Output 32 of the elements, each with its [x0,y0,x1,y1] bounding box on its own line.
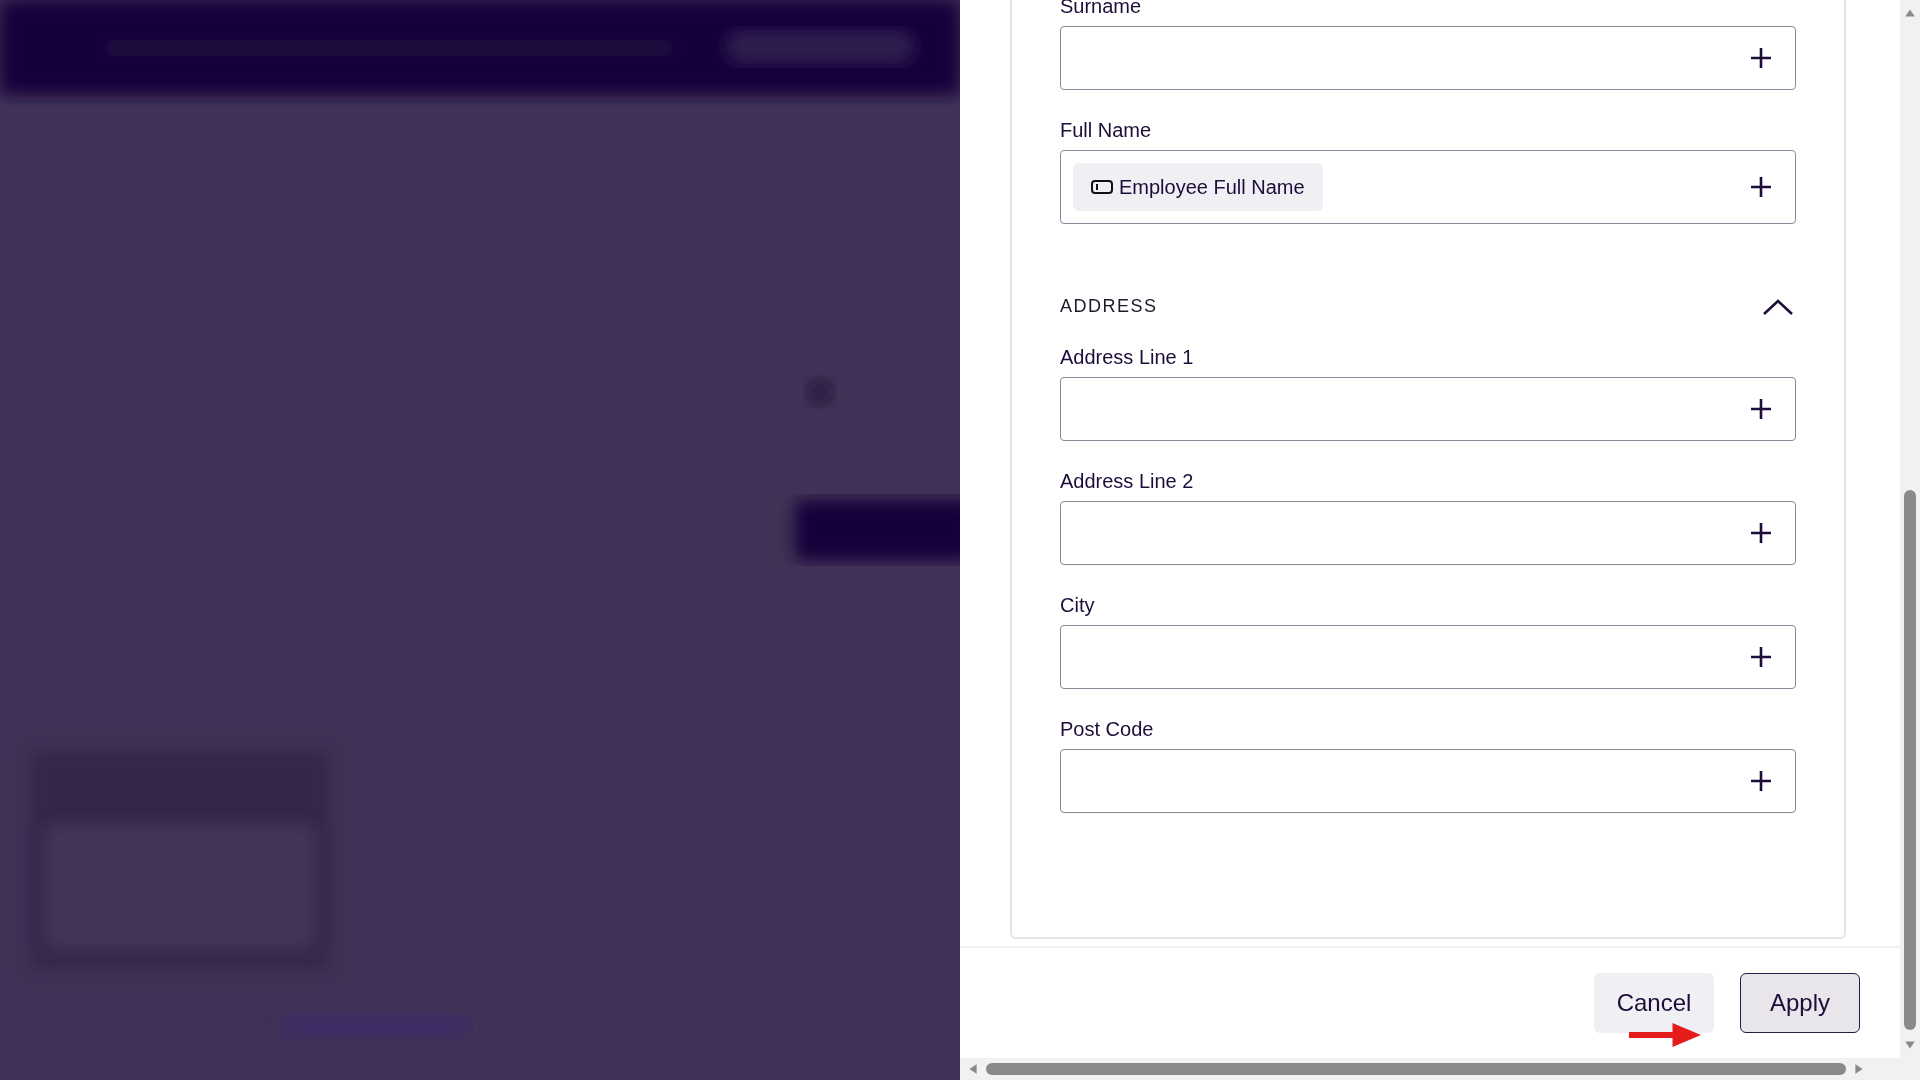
section-title: ADDRESS [1060,296,1158,317]
plus-icon[interactable] [1749,175,1773,199]
input-field[interactable] [1060,26,1796,90]
chevron-up-icon[interactable] [1762,297,1794,316]
field-label: Address Line 1 [1060,345,1195,369]
horizontal-scrollbar[interactable] [960,1058,1920,1080]
chip-label: Employee Full Name [1119,175,1305,199]
scroll-right-icon[interactable] [1854,1063,1864,1075]
input-field[interactable] [1060,501,1796,565]
plus-icon[interactable] [1749,645,1773,669]
plus-icon[interactable] [1749,397,1773,421]
plus-icon[interactable] [1749,521,1773,545]
token-chip[interactable]: Employee Full Name [1073,163,1323,211]
plus-icon[interactable] [1749,769,1773,793]
field-label: Post Code [1060,717,1155,741]
input-field[interactable] [1060,625,1796,689]
scroll-left-icon[interactable] [968,1063,978,1075]
field-label: City [1060,593,1096,617]
input-field[interactable] [1060,749,1796,813]
field-label: Address Line 2 [1060,469,1195,493]
text-field-icon [1091,180,1113,194]
plus-icon[interactable] [1749,46,1773,70]
scrollbar-thumb[interactable] [986,1063,1846,1075]
apply-button[interactable]: Apply [1740,973,1860,1033]
scroll-down-icon[interactable] [1904,1040,1916,1050]
scrollbar-thumb[interactable] [1904,490,1916,1030]
cancel-button[interactable]: Cancel [1594,973,1714,1033]
input-field[interactable] [1060,377,1796,441]
vertical-scrollbar[interactable] [1900,0,1920,1058]
input-field[interactable]: Employee Full Name [1060,150,1796,224]
field-label: Full Name [1060,118,1153,142]
scroll-up-icon[interactable] [1904,8,1916,18]
